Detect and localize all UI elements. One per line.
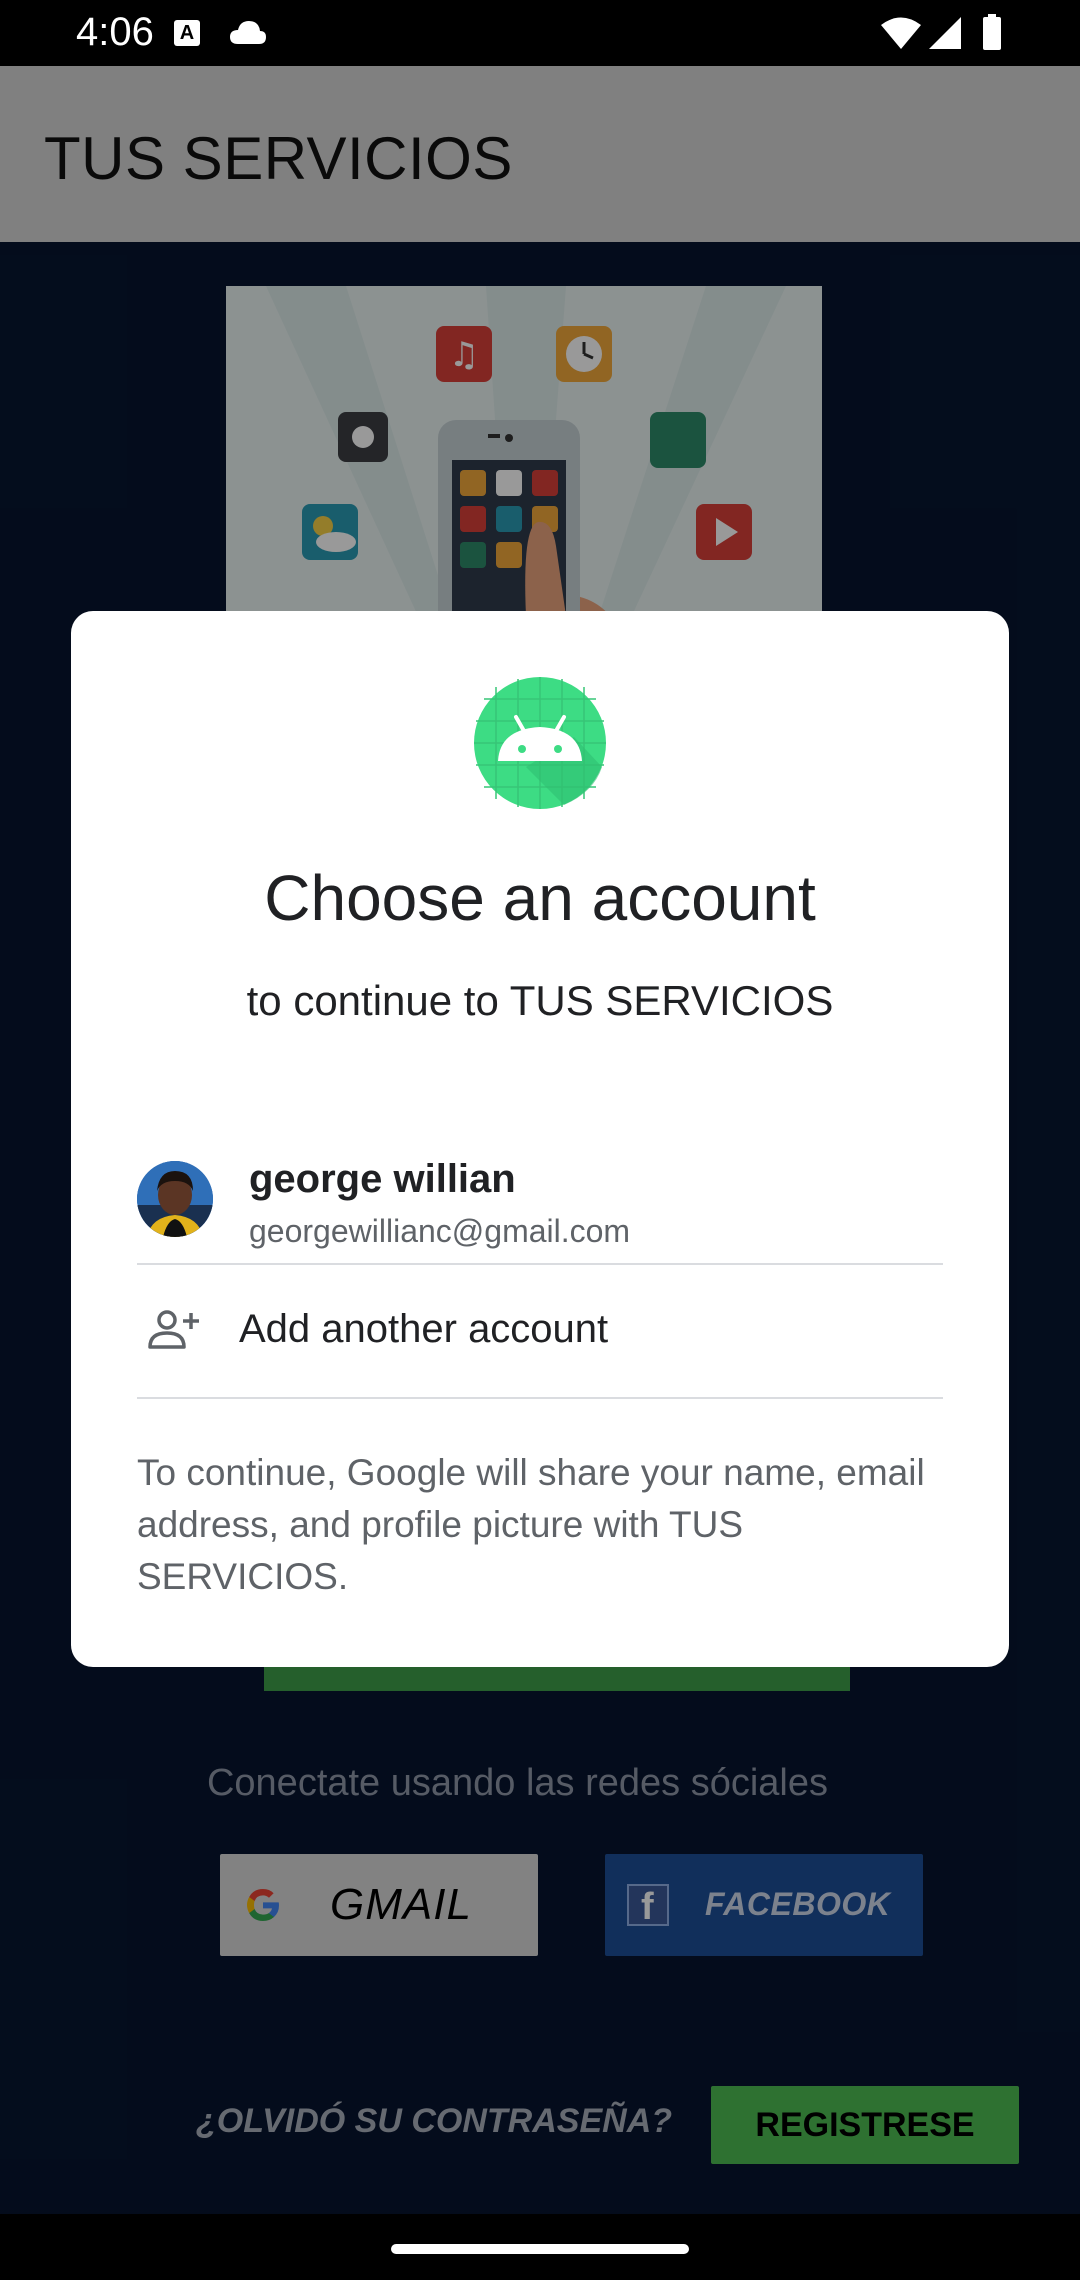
account-item[interactable]: george willian georgewillianc@gmail.com bbox=[137, 1131, 943, 1255]
cloud-icon bbox=[230, 21, 266, 44]
avatar bbox=[137, 1161, 213, 1237]
status-time: 4:06 bbox=[76, 10, 154, 54]
privacy-disclaimer: To continue, Google will share your name… bbox=[137, 1452, 925, 1597]
add-account-label: Add another account bbox=[239, 1307, 609, 1351]
avatar-photo bbox=[137, 1161, 213, 1237]
signal-icon bbox=[929, 17, 961, 49]
navigation-bar bbox=[0, 2214, 1080, 2280]
wifi-icon bbox=[881, 17, 921, 49]
add-account-button[interactable]: Add another account bbox=[137, 1265, 943, 1397]
a-notification-icon: A bbox=[174, 20, 200, 46]
account-chooser-dialog: Choose an account to continue to TUS SER… bbox=[71, 611, 1009, 1667]
add-person-icon bbox=[148, 1310, 199, 1349]
home-gesture-handle[interactable] bbox=[391, 2244, 689, 2254]
dialog-title: Choose an account bbox=[264, 862, 816, 934]
account-email: georgewillianc@gmail.com bbox=[249, 1213, 631, 1249]
status-bar: 4:06 A bbox=[0, 0, 1080, 66]
battery-icon bbox=[983, 14, 1001, 50]
account-name: george willian bbox=[249, 1157, 516, 1201]
android-app-icon bbox=[474, 677, 606, 809]
divider bbox=[137, 1397, 943, 1399]
dialog-subtitle: to continue to TUS SERVICIOS bbox=[246, 977, 834, 1024]
screen: 4:06 A TUS SERVICIOS ♫ Conectate usando … bbox=[0, 0, 1080, 2280]
